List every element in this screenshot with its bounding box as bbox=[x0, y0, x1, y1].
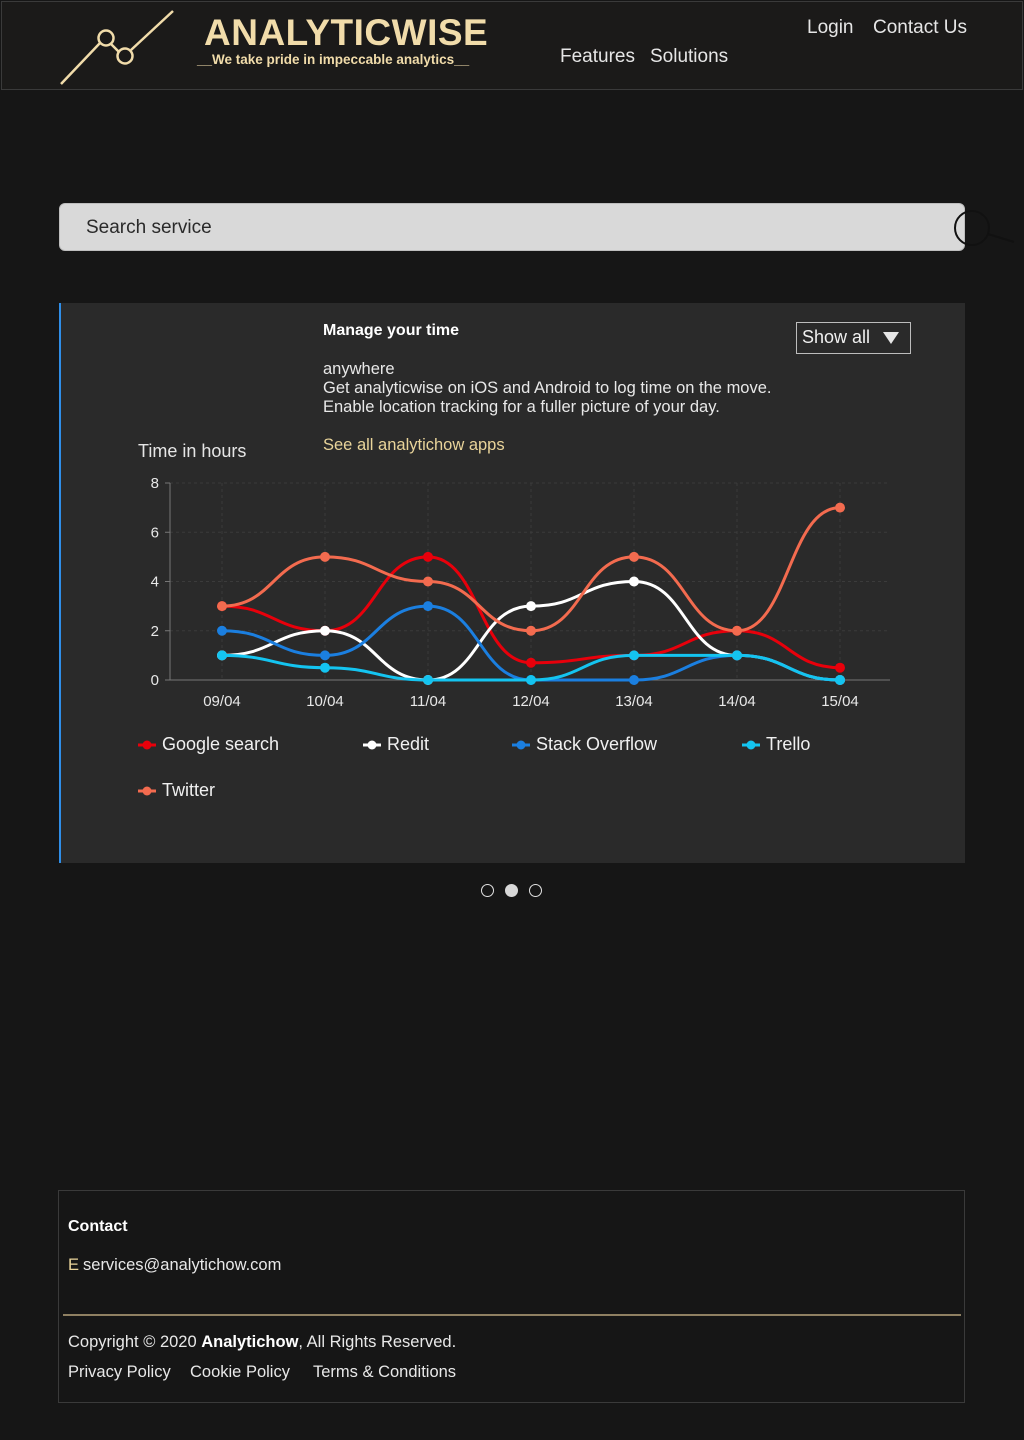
copyright-text: Copyright © 2020 Analytichow, All Rights… bbox=[68, 1333, 456, 1352]
copyright-pre: Copyright © 2020 bbox=[68, 1333, 202, 1351]
data-point-twitter bbox=[732, 625, 742, 636]
email-label: E bbox=[68, 1256, 80, 1274]
data-point-google-search bbox=[526, 657, 536, 668]
y-tick-label: 2 bbox=[151, 623, 159, 640]
legend-marker-icon bbox=[512, 740, 530, 749]
data-point-trello bbox=[320, 662, 330, 673]
terms-conditions-link[interactable]: Terms & Conditions bbox=[313, 1363, 456, 1382]
copyright-brand: Analytichow bbox=[201, 1333, 299, 1351]
data-point-trello bbox=[732, 650, 742, 661]
data-point-redit bbox=[629, 576, 639, 587]
data-point-trello bbox=[835, 675, 845, 685]
legend-marker-icon bbox=[363, 740, 381, 749]
email-link[interactable]: services@analytichow.com bbox=[83, 1256, 281, 1274]
line-chart: 0 2 4 6 8 09/04 10/04 11/04 12/04 13/04 14/04 15/04 bbox=[151, 475, 890, 710]
logo-chart-icon[interactable] bbox=[58, 10, 176, 86]
data-point-trello bbox=[629, 650, 639, 661]
data-point-stack-overflow bbox=[423, 601, 433, 612]
data-point-stack-overflow bbox=[629, 675, 639, 685]
legend-label: Google search bbox=[162, 734, 280, 754]
x-tick-label: 09/04 bbox=[203, 693, 241, 710]
data-point-redit bbox=[320, 625, 330, 636]
y-tick-label: 0 bbox=[151, 672, 159, 689]
data-point-trello bbox=[526, 675, 536, 685]
site-footer: Contact Eservices@analytichow.com Copyri… bbox=[58, 1190, 965, 1403]
x-tick-label: 11/04 bbox=[410, 693, 446, 710]
search-bar bbox=[59, 203, 1015, 251]
legend-item[interactable]: Twitter bbox=[138, 780, 215, 801]
data-point-twitter bbox=[835, 502, 845, 513]
site-header: ANALYTICWISE __We take pride in impeccab… bbox=[1, 1, 1023, 90]
magnifier-icon[interactable] bbox=[952, 210, 1016, 250]
legend-label: Redit bbox=[387, 734, 430, 754]
data-point-trello bbox=[423, 675, 433, 685]
search-input[interactable] bbox=[86, 214, 886, 242]
legend-item[interactable]: Stack Overflow bbox=[512, 734, 657, 755]
legend-label: Trello bbox=[766, 734, 811, 754]
carousel-dot[interactable] bbox=[481, 884, 494, 897]
privacy-policy-link[interactable]: Privacy Policy bbox=[68, 1363, 171, 1382]
data-point-twitter bbox=[629, 551, 639, 562]
x-tick-label: 15/04 bbox=[821, 693, 859, 710]
data-point-stack-overflow bbox=[320, 650, 330, 661]
nav-solutions-link[interactable]: Solutions bbox=[650, 46, 728, 68]
data-point-twitter bbox=[320, 551, 330, 562]
data-point-twitter bbox=[217, 601, 227, 612]
x-tick-label: 12/04 bbox=[512, 693, 550, 710]
data-point-trello bbox=[217, 650, 227, 661]
data-point-stack-overflow bbox=[217, 625, 227, 636]
x-tick-label: 10/04 bbox=[306, 693, 344, 710]
x-tick-label: 14/04 bbox=[718, 693, 756, 710]
data-point-google-search bbox=[423, 551, 433, 562]
legend-marker-icon bbox=[138, 786, 156, 795]
nav-features-link[interactable]: Features bbox=[560, 46, 635, 68]
data-point-twitter bbox=[526, 625, 536, 636]
y-tick-label: 4 bbox=[151, 574, 159, 591]
y-tick-label: 6 bbox=[151, 524, 159, 541]
carousel-dot[interactable] bbox=[505, 884, 518, 897]
y-tick-label: 8 bbox=[151, 475, 159, 492]
data-point-twitter bbox=[423, 576, 433, 587]
data-point-redit bbox=[526, 601, 536, 612]
nav-contact-link[interactable]: Contact Us bbox=[873, 17, 967, 39]
carousel-slide: Manage your time anywhere Get analyticwi… bbox=[59, 303, 965, 863]
brand-title[interactable]: ANALYTICWISE bbox=[204, 12, 488, 54]
legend-item[interactable]: Google search bbox=[138, 734, 279, 755]
legend-marker-icon bbox=[138, 740, 156, 749]
footer-contact-heading: Contact bbox=[68, 1218, 128, 1235]
legend-item[interactable]: Redit bbox=[363, 734, 429, 755]
footer-email: Eservices@analytichow.com bbox=[68, 1256, 281, 1275]
legend-item[interactable]: Trello bbox=[742, 734, 810, 755]
copyright-post: , All Rights Reserved. bbox=[298, 1333, 457, 1351]
data-point-google-search bbox=[835, 662, 845, 673]
nav-login-link[interactable]: Login bbox=[807, 17, 854, 39]
footer-divider bbox=[63, 1314, 961, 1316]
legend-label: Twitter bbox=[162, 780, 216, 800]
legend-label: Stack Overflow bbox=[536, 734, 658, 754]
carousel-dot[interactable] bbox=[529, 884, 542, 897]
x-tick-label: 13/04 bbox=[615, 693, 653, 710]
cookie-policy-link[interactable]: Cookie Policy bbox=[190, 1363, 290, 1382]
legend-marker-icon bbox=[742, 740, 760, 749]
brand-tagline: __We take pride in impeccable analytics_… bbox=[197, 52, 470, 67]
